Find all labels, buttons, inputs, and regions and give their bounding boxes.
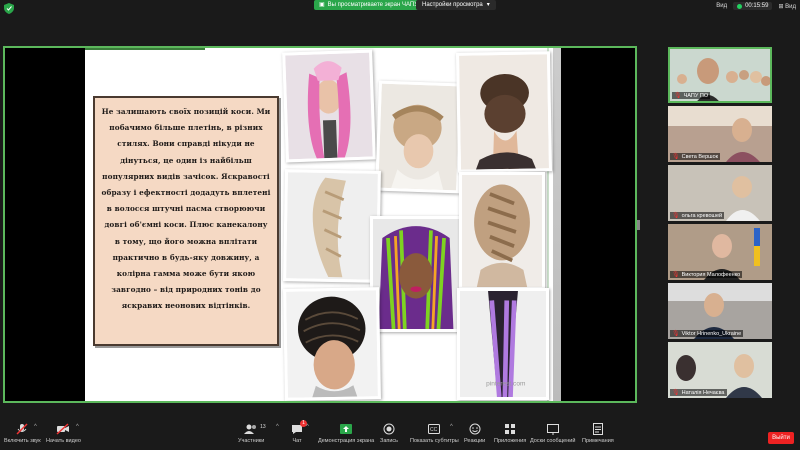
meeting-window: ▣ Вы просматриваете экран ЧАПУ ПО Настро… [0, 0, 800, 450]
participant-tile[interactable]: 🎙︎ Наталія Нечаєва [668, 342, 772, 398]
chevron-up-icon[interactable]: ^ [76, 424, 79, 430]
view-button[interactable]: ⊞ Вид [778, 3, 796, 10]
participants-count: 13 [260, 424, 266, 430]
view-label-right: Вид [785, 3, 796, 10]
participant-tile[interactable]: 🎙︎ ольга кревошей [668, 165, 772, 221]
mic-off-icon: 🎙︎ [672, 213, 680, 219]
slide-watermark: pinterest.com [486, 381, 526, 388]
view-settings-label: Настройки просмотра [422, 2, 483, 8]
participant-name: ольга кревошей [681, 212, 723, 219]
participant-name: Viktor Hrinenko_Ukraine [681, 330, 742, 337]
mic-muted-icon [15, 422, 29, 436]
record-button[interactable]: Запись [380, 422, 398, 444]
participant-name-tag: 🎙︎ ЧАПУ ПО [672, 92, 711, 99]
share-screen-icon [339, 422, 353, 436]
participant-name-tag: 🎙︎ Наталія Нечаєва [670, 389, 727, 396]
participant-name-tag: 🎙︎ ольга кревошей [670, 212, 725, 219]
slide-accent-line [85, 48, 205, 50]
share-screen-button[interactable]: Демонстрация экрана [318, 422, 374, 444]
top-bar: ▣ Вы просматриваете экран ЧАПУ ПО Настро… [0, 0, 800, 18]
subtitles-label: Показать субтитры [410, 438, 459, 444]
notes-icon [591, 422, 605, 436]
participant-name: Наталія Нечаєва [681, 389, 725, 396]
chevron-up-icon[interactable]: ^ [450, 424, 453, 430]
top-right-controls: Вид 00:15:59 ⊞ Вид [716, 2, 796, 10]
slide-text: Не залишають своїх позицій коси. Ми поба… [101, 107, 271, 311]
leave-button[interactable]: Выйти [768, 432, 794, 444]
record-icon [382, 422, 396, 436]
slide-right-stripe [553, 48, 561, 401]
view-label-left[interactable]: Вид [716, 3, 727, 9]
closed-captions-icon: CC [427, 422, 441, 436]
grid-icon: ⊞ [778, 3, 784, 10]
participant-name: Виктория Малофеенко [681, 271, 741, 278]
mic-off-icon: 🎙︎ [672, 390, 680, 396]
chevron-up-icon[interactable]: ^ [276, 424, 279, 430]
participant-tile[interactable]: 🎙︎ Виктория Малофеенко [668, 224, 772, 280]
participant-tile[interactable]: 🎙︎ Света Вершок [668, 106, 772, 162]
chevron-up-icon[interactable]: ^ [34, 424, 37, 430]
notes-button[interactable]: Примечания [582, 422, 614, 444]
chat-icon: 1 [290, 420, 307, 436]
hair-photo-updo [455, 51, 553, 173]
shield-icon[interactable] [4, 3, 14, 14]
camera-off-icon [56, 422, 70, 436]
participant-tile[interactable]: 🎙︎ ЧАПУ ПО [668, 47, 772, 103]
mic-off-icon: 🎙︎ [674, 93, 682, 99]
hair-photo-crown-braid [375, 80, 463, 194]
share-screen-label: Демонстрация экрана [318, 438, 375, 444]
participants-label: Участники [238, 438, 265, 444]
slide-text-panel: Не залишають своїх позицій коси. Ми поба… [93, 96, 279, 346]
participant-name-tag: 🎙︎ Viktor Hrinenko_Ukraine [670, 330, 744, 337]
timer-value: 00:15:59 [745, 3, 769, 9]
chat-label: Чат [292, 438, 302, 444]
whiteboard-icon [546, 422, 560, 436]
unmute-label: Включить звук [4, 438, 41, 444]
participant-name-tag: 🎙︎ Виктория Малофеенко [670, 271, 743, 278]
participant-tile[interactable]: 🎙︎ Viktor Hrinenko_Ukraine [668, 283, 772, 339]
whiteboards-label: Доски сообщений [530, 438, 576, 444]
participant-name: Света Вершок [681, 153, 719, 160]
reactions-label: Реакции [464, 438, 486, 444]
meeting-toolbar: Включить звук ^ Начать видео ^ 13 Участн… [0, 420, 800, 450]
hair-photo-colored-braids [370, 216, 462, 332]
whiteboards-button[interactable]: Доски сообщений [530, 422, 575, 444]
mic-off-icon: 🎙︎ [672, 331, 680, 337]
meeting-timer: 00:15:59 [733, 2, 773, 10]
chevron-down-icon: ▾ [486, 2, 490, 8]
hair-photo-cornrows [283, 287, 381, 401]
participant-name-tag: 🎙︎ Света Вершок [670, 153, 721, 160]
reactions-button[interactable]: Реакции [464, 422, 485, 444]
participants-icon: 13 [244, 422, 266, 436]
start-video-label: Начать видео [46, 438, 81, 444]
share-notice-text: Вы просматриваете экран ЧАПУ ПО [327, 2, 429, 8]
hair-photo-dutch-braid [459, 172, 545, 290]
apps-button[interactable]: Приложения [494, 422, 526, 444]
svg-text:CC: CC [430, 427, 438, 433]
presentation-slide: Не залишають своїх позицій коси. Ми поба… [85, 48, 561, 401]
participant-name: ЧАПУ ПО [683, 92, 709, 99]
apps-icon [503, 422, 517, 436]
screen-share-icon: ▣ [319, 2, 325, 8]
record-label: Запись [380, 438, 399, 444]
mic-off-icon: 🎙︎ [672, 154, 680, 160]
hair-photo-fishtail [283, 169, 381, 283]
apps-label: Приложения [494, 438, 527, 444]
panel-resize-handle[interactable] [637, 220, 640, 230]
mic-off-icon: 🎙︎ [672, 272, 680, 278]
view-settings-button[interactable]: Настройки просмотра ▾ [416, 0, 496, 10]
notes-label: Примечания [582, 438, 614, 444]
hair-photo-purple-braids: pinterest.com [457, 288, 549, 400]
chevron-up-icon[interactable]: ^ [306, 424, 309, 430]
reactions-icon [468, 422, 482, 436]
chat-button[interactable]: 1 Чат [290, 420, 307, 444]
participants-button[interactable]: 13 Участники [238, 422, 266, 444]
recording-dot-icon [737, 3, 743, 9]
shared-screen: Не залишають своїх позицій коси. Ми поба… [3, 46, 637, 403]
hair-photo-pink-braids [282, 49, 376, 163]
